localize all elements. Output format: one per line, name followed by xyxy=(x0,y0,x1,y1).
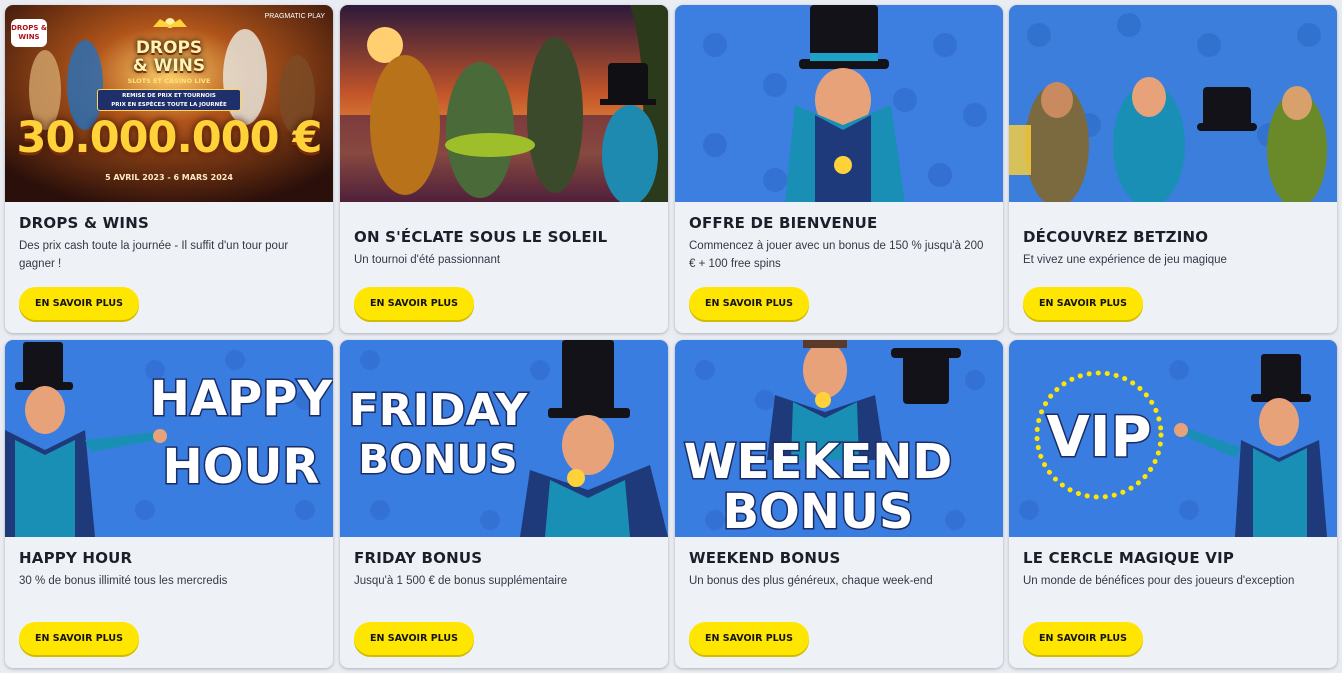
learn-more-button[interactable]: EN SAVOIR PLUS xyxy=(354,287,474,320)
promo-card-vip[interactable]: VIP LE CERCLE MAGIQUE VIP Un monde de bé… xyxy=(1009,340,1337,668)
promo-card-weekend-bonus[interactable]: WEEKEND BONUS WEEKEND BONUS Un bonus des… xyxy=(675,340,1003,668)
promo-title: DÉCOUVREZ BETZINO xyxy=(1023,228,1209,246)
banner-ribbon: REMISE DE PRIX ET TOURNOIS PRIX EN ESPÈC… xyxy=(97,89,241,111)
banner-line-2: BONUS xyxy=(722,484,913,537)
promo-description: 30 % de bonus illimité tous les mercredi… xyxy=(19,575,228,587)
summer-illustration xyxy=(340,5,668,202)
banner-heading-line-2: & WINS xyxy=(132,56,206,76)
promo-card-drops-wins[interactable]: DROPS & WINS PRAGMATIC PLAY DROPS & WINS… xyxy=(5,5,333,333)
promo-card-summer[interactable]: ON S'ÉCLATE SOUS LE SOLEIL Un tournoi d'… xyxy=(340,5,668,333)
promo-banner-drops-wins[interactable]: DROPS & WINS PRAGMATIC PLAY DROPS & WINS… xyxy=(5,5,333,202)
prize-amount: 30.000.000 € xyxy=(16,113,323,163)
banner-line-2: BONUS xyxy=(358,437,517,483)
banner-subheading: SLOTS ET CASINO LIVE xyxy=(127,77,211,85)
promo-card-friday-bonus[interactable]: FRIDAY BONUS FRIDAY BONUS Jusqu'à 1 500 … xyxy=(340,340,668,668)
promo-title: OFFRE DE BIENVENUE xyxy=(689,214,878,232)
promo-card-happy-hour[interactable]: HAPPY HOUR HAPPY HOUR 30 % de bonus illi… xyxy=(5,340,333,668)
learn-more-button[interactable]: EN SAVOIR PLUS xyxy=(689,287,809,320)
promo-banner-discover[interactable] xyxy=(1009,5,1337,202)
promo-dates: 5 AVRIL 2023 - 6 MARS 2024 xyxy=(105,173,233,182)
magician-illustration xyxy=(675,5,1003,202)
promo-banner-summer[interactable] xyxy=(340,5,668,202)
promo-description: Un bonus des plus généreux, chaque week-… xyxy=(689,575,933,587)
promo-description: Jusqu'à 1 500 € de bonus supplémentaire xyxy=(354,575,568,587)
promo-description: Un tournoi d'été passionnant xyxy=(354,254,501,266)
promotions-grid: DROPS & WINS PRAGMATIC PLAY DROPS & WINS… xyxy=(0,0,1342,673)
promo-title: FRIDAY BONUS xyxy=(354,549,483,567)
promo-banner-welcome[interactable] xyxy=(675,5,1003,202)
promo-description: Un monde de bénéfices pour des joueurs d… xyxy=(1023,575,1295,587)
banner-heading: DROPS & WINS xyxy=(5,39,333,75)
learn-more-button[interactable]: EN SAVOIR PLUS xyxy=(1023,622,1143,655)
banner-ribbon-line-1: REMISE DE PRIX ET TOURNOIS xyxy=(122,93,216,99)
learn-more-button[interactable]: EN SAVOIR PLUS xyxy=(354,622,474,655)
promo-title: DROPS & WINS xyxy=(19,214,149,232)
learn-more-button[interactable]: EN SAVOIR PLUS xyxy=(19,622,139,655)
banner-line-1: VIP xyxy=(1046,405,1151,470)
promo-banner-friday-bonus[interactable]: FRIDAY BONUS xyxy=(340,340,668,537)
provider-logo: PRAGMATIC PLAY xyxy=(264,13,325,20)
promo-card-welcome[interactable]: OFFRE DE BIENVENUE Commencez à jouer ave… xyxy=(675,5,1003,333)
promo-description: Commencez à jouer avec un bonus de 150 %… xyxy=(689,240,984,270)
banner-ribbon-line-2: PRIX EN ESPÈCES TOUTE LA JOURNÉE xyxy=(111,102,227,108)
promo-banner-happy-hour[interactable]: HAPPY HOUR xyxy=(5,340,333,537)
promo-title: HAPPY HOUR xyxy=(19,549,133,567)
banner-line-2: HOUR xyxy=(163,439,320,495)
promo-banner-vip[interactable]: VIP xyxy=(1009,340,1337,537)
promo-card-discover[interactable]: DÉCOUVREZ BETZINO Et vivez une expérienc… xyxy=(1009,5,1337,333)
characters-illustration xyxy=(1009,5,1337,202)
banner-line-1: WEEKEND xyxy=(684,434,953,490)
learn-more-button[interactable]: EN SAVOIR PLUS xyxy=(1023,287,1143,320)
promo-title: ON S'ÉCLATE SOUS LE SOLEIL xyxy=(354,228,608,246)
promo-title: WEEKEND BONUS xyxy=(689,549,841,567)
promo-description: Des prix cash toute la journée - Il suff… xyxy=(19,240,289,270)
banner-line-1: HAPPY xyxy=(150,371,333,427)
banner-line-1: FRIDAY xyxy=(349,385,529,436)
banner-heading-line-1: DROPS xyxy=(135,38,203,58)
promo-banner-weekend-bonus[interactable]: WEEKEND BONUS xyxy=(675,340,1003,537)
learn-more-button[interactable]: EN SAVOIR PLUS xyxy=(19,287,139,320)
promo-description: Et vivez une expérience de jeu magique xyxy=(1023,254,1227,266)
promo-title: LE CERCLE MAGIQUE VIP xyxy=(1023,549,1235,567)
learn-more-button[interactable]: EN SAVOIR PLUS xyxy=(689,622,809,655)
